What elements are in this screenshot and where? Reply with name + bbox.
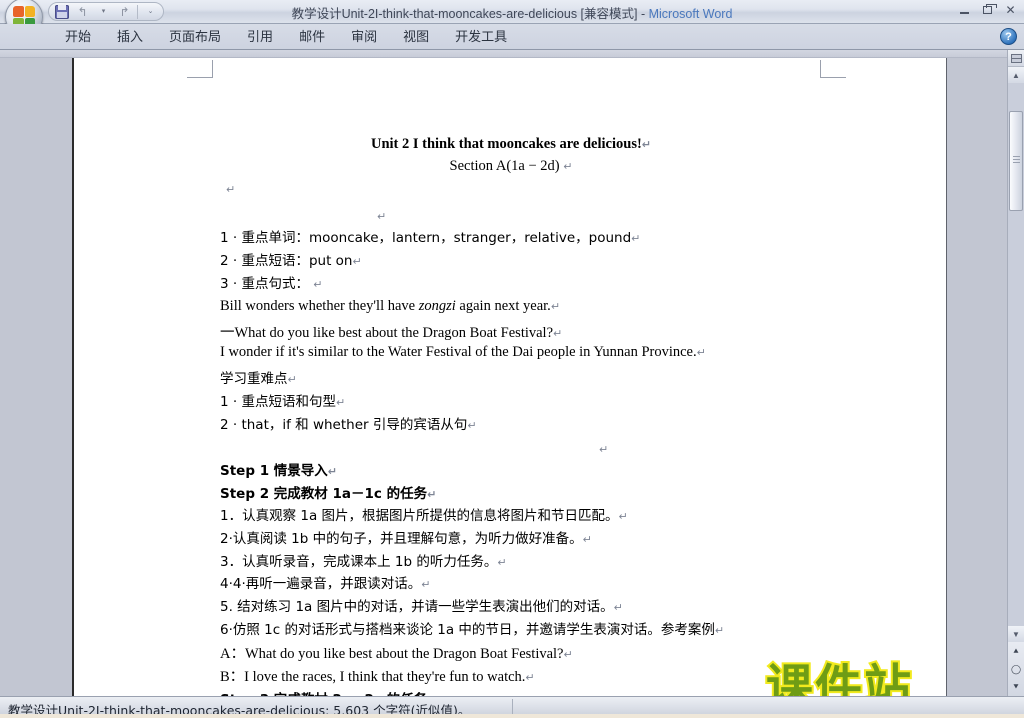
tab-page-layout[interactable]: 页面布局 xyxy=(156,24,234,50)
tab-view[interactable]: 视图 xyxy=(390,24,442,50)
pilcrow-icon: ↵ xyxy=(313,278,323,291)
browse-object-controls: ⯅ ◯ ⯆ xyxy=(1008,642,1024,696)
pilcrow-icon: ↵ xyxy=(525,671,535,684)
close-button[interactable]: ✕ xyxy=(1001,2,1020,18)
doc-line-step1: Step 1 情景导入↵ xyxy=(220,463,338,479)
window-title-document: 教学设计Unit-2I-think-that-mooncakes-are-del… xyxy=(291,7,578,21)
doc-line-step2-task2: 2·认真阅读 1b 中的句子，并且理解句意，为听力做好准备。↵ xyxy=(220,531,592,547)
tab-home[interactable]: 开始 xyxy=(52,24,104,50)
pilcrow-icon: ↵ xyxy=(582,533,592,546)
doc-line-bill-wonders: Bill wonders whether they'll have zongzi… xyxy=(220,298,561,314)
next-page-button[interactable]: ⯆ xyxy=(1012,678,1019,696)
scroll-up-button[interactable]: ▲ xyxy=(1008,67,1024,83)
doc-line-step2-task5: 5. 结对练习 1a 图片中的对话，并请一些学生表演出他们的对话。↵ xyxy=(220,599,623,615)
window-title: 教学设计Unit-2I-think-that-mooncakes-are-del… xyxy=(0,3,1024,22)
doc-line-step2-task4: 4·4·再听一遍录音，并跟读对话。↵ xyxy=(220,576,431,592)
pilcrow-icon: ↵ xyxy=(327,465,338,478)
minimize-button[interactable] xyxy=(955,2,974,18)
pilcrow-icon: ↵ xyxy=(377,210,387,223)
doc-line-water-festival: I wonder if it's similar to the Water Fe… xyxy=(220,344,706,360)
pilcrow-icon: ↵ xyxy=(631,232,641,245)
doc-empty-paragraph-3: ↵ xyxy=(599,441,608,458)
pilcrow-icon: ↵ xyxy=(550,300,561,313)
document-page[interactable]: Unit 2 I think that mooncakes are delici… xyxy=(72,58,948,718)
pilcrow-icon: ↵ xyxy=(563,160,573,173)
tab-review[interactable]: 审阅 xyxy=(338,24,390,50)
doc-line-phrases: 2 · 重点短语：put on↵ xyxy=(220,253,362,269)
ribbon-tab-bar: 开始 插入 页面布局 引用 邮件 审阅 视图 开发工具 ? xyxy=(0,24,1024,50)
doc-line-step2-task6: 6·仿照 1c 的对话形式与搭档来谈论 1a 中的节日，并邀请学生表演对话。参考… xyxy=(220,622,725,638)
window-title-mode: [兼容模式] - xyxy=(577,7,649,21)
doc-line-question-dragon-boat: 一What do you like best about the Dragon … xyxy=(220,325,563,341)
tab-insert[interactable]: 插入 xyxy=(104,24,156,50)
doc-line-step2-task3: 3．认真听录音，完成课本上 1b 的听力任务。↵ xyxy=(220,554,507,570)
pilcrow-icon: ↵ xyxy=(421,578,431,591)
pilcrow-icon: ↵ xyxy=(613,601,623,614)
doc-empty-paragraph-1: ↵ xyxy=(226,181,235,198)
doc-line-keywords: 1 · 重点单词：mooncake，lantern，stranger，relat… xyxy=(220,230,641,246)
doc-heading-section: Section A(1a − 2d) ↵ xyxy=(449,158,573,174)
pilcrow-icon: ↵ xyxy=(352,255,362,268)
pilcrow-icon: ↵ xyxy=(427,488,437,501)
pilcrow-icon: ↵ xyxy=(714,624,725,637)
window-bottom-strip xyxy=(0,714,1024,718)
doc-line-sentences-heading: 3 · 重点句式： ↵ xyxy=(220,276,323,292)
document-text-area[interactable]: Unit 2 I think that mooncakes are delici… xyxy=(74,58,948,718)
tab-references[interactable]: 引用 xyxy=(234,24,286,50)
title-bar: ↰ ▾ ↱ ⌄ 教学设计Unit-2I-think-that-mooncakes… xyxy=(0,0,1024,36)
ruler-strip xyxy=(0,50,1024,58)
pilcrow-icon: ↵ xyxy=(467,419,477,432)
window-title-app: Microsoft Word xyxy=(648,7,733,21)
pilcrow-icon: ↵ xyxy=(599,443,609,456)
pilcrow-icon: ↵ xyxy=(335,396,346,409)
document-workspace: Unit 2 I think that mooncakes are delici… xyxy=(0,50,1024,718)
pilcrow-icon: ↵ xyxy=(226,183,236,196)
scrollbar-thumb[interactable] xyxy=(1009,111,1023,211)
window-controls: ✕ xyxy=(955,2,1020,18)
tab-developer[interactable]: 开发工具 xyxy=(442,24,520,50)
scrollbar-track[interactable] xyxy=(1008,83,1024,626)
pilcrow-icon: ↵ xyxy=(287,373,297,386)
doc-line-step2-task1: 1．认真观察 1a 图片，根据图片所提供的信息将图片和节日匹配。↵ xyxy=(220,508,628,524)
doc-line-dialogue-b: B：I love the races, I think that they're… xyxy=(220,669,535,685)
word-application-window: ↰ ▾ ↱ ⌄ 教学设计Unit-2I-think-that-mooncakes… xyxy=(0,0,1024,718)
select-browse-object-icon[interactable]: ◯ xyxy=(1011,660,1021,678)
pilcrow-icon: ↵ xyxy=(696,346,706,359)
doc-empty-paragraph-2: ↵ xyxy=(377,208,386,225)
previous-page-button[interactable]: ⯅ xyxy=(1012,642,1019,660)
doc-line-step2: Step 2 完成教材 1a－1c 的任务↵ xyxy=(220,486,437,502)
vertical-scrollbar[interactable]: ▲ ▼ ⯅ ◯ ⯆ xyxy=(1007,50,1024,696)
scroll-down-button[interactable]: ▼ xyxy=(1008,626,1024,642)
pilcrow-icon: ↵ xyxy=(563,648,573,661)
doc-line-difficulty-1: 1 · 重点短语和句型↵ xyxy=(220,394,346,410)
split-window-icon[interactable] xyxy=(1008,50,1024,67)
doc-line-difficulty-2: 2 · that，if 和 whether 引导的宾语从句↵ xyxy=(220,417,477,433)
tab-mailings[interactable]: 邮件 xyxy=(286,24,338,50)
doc-heading-title: Unit 2 I think that mooncakes are delici… xyxy=(370,136,652,152)
help-icon[interactable]: ? xyxy=(1000,28,1017,45)
pilcrow-icon: ↵ xyxy=(641,138,652,151)
doc-line-dialogue-a: A：What do you like best about the Dragon… xyxy=(220,646,573,662)
pilcrow-icon: ↵ xyxy=(497,556,507,569)
doc-italic-zongzi: zongzi xyxy=(418,298,456,314)
ribbon-tabs: 开始 插入 页面布局 引用 邮件 审阅 视图 开发工具 xyxy=(52,24,520,50)
pilcrow-icon: ↵ xyxy=(553,327,563,340)
doc-line-difficulties-heading: 学习重难点↵ xyxy=(220,371,297,387)
pilcrow-icon: ↵ xyxy=(618,510,628,523)
restore-button[interactable] xyxy=(978,2,997,18)
